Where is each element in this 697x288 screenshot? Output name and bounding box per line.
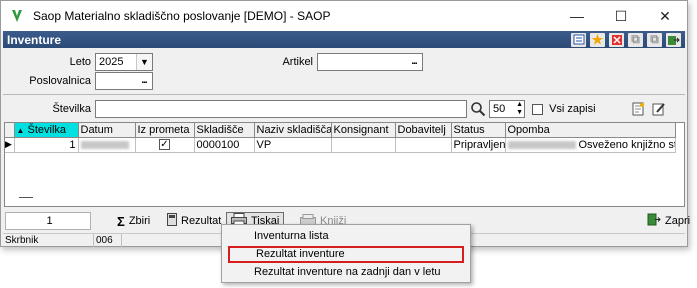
row-pointer-icon: ▶ bbox=[5, 137, 15, 153]
minimize-button[interactable]: — bbox=[555, 1, 599, 31]
favorite-star-icon[interactable]: ★ bbox=[590, 32, 605, 47]
column-header-dobavitelj[interactable]: Dobavitelj bbox=[395, 123, 452, 138]
menu-item-inventurna-lista[interactable]: Inventurna lista bbox=[228, 228, 464, 245]
zbiri-button[interactable]: Σ Zbiri bbox=[113, 212, 154, 230]
iz-prometa-checkbox[interactable]: ✓ bbox=[159, 139, 170, 151]
poslovalnica-label: Poslovalnica bbox=[29, 75, 91, 87]
column-header-opomba[interactable]: Opomba bbox=[505, 123, 676, 138]
cell-iz-prometa[interactable]: ✓ bbox=[135, 137, 195, 153]
column-header-datum[interactable]: Datum bbox=[78, 123, 136, 138]
new-document-icon[interactable] bbox=[631, 102, 645, 119]
vsi-zapisi-checkbox[interactable]: Vsi zapisi bbox=[532, 103, 596, 115]
exit-icon[interactable] bbox=[666, 32, 681, 47]
cell-naziv[interactable]: VP bbox=[254, 137, 332, 153]
vsi-zapisi-checkbox-box[interactable] bbox=[532, 103, 543, 115]
copy-icon[interactable]: ⧉ bbox=[628, 32, 643, 47]
sum-icon: Σ bbox=[117, 213, 125, 229]
rezultat-button[interactable]: Rezultat bbox=[163, 212, 225, 230]
app-logo-icon bbox=[9, 8, 25, 24]
leto-select[interactable]: 2025 ▼ bbox=[95, 53, 153, 71]
list-view-icon[interactable] bbox=[571, 32, 586, 47]
divider bbox=[3, 94, 685, 95]
cell-opomba[interactable]: Osveženo knjižno stanje bbox=[505, 137, 676, 153]
stevilka-search-input[interactable] bbox=[95, 100, 467, 118]
cell-skladisce[interactable]: 0000100 bbox=[194, 137, 255, 153]
app-window: Saop Materialno skladiščno poslovanje [D… bbox=[0, 0, 690, 247]
poslovalnica-field[interactable]: ... bbox=[95, 72, 153, 90]
column-header-stevilka[interactable]: ▲ Številka bbox=[14, 123, 79, 138]
record-count: 1 bbox=[5, 212, 91, 230]
maximize-button[interactable]: ☐ bbox=[599, 1, 643, 31]
cell-dobavitelj[interactable] bbox=[395, 137, 452, 153]
menu-item-rezultat-inventure-zadnji-dan[interactable]: Rezultat inventure na zadnji dan v letu bbox=[228, 264, 464, 281]
status-user: Skrbnik bbox=[3, 234, 94, 247]
paste-icon[interactable]: ⧉ bbox=[647, 32, 662, 47]
inventure-grid[interactable]: ▲ Številka Datum Iz prometa Skladišče Na… bbox=[4, 122, 685, 207]
scroll-marker bbox=[19, 197, 33, 198]
exit-door-icon bbox=[647, 213, 661, 229]
table-row[interactable]: ▶ 1 ✓ 0000100 VP Pripravljen Osveženo kn… bbox=[5, 137, 676, 153]
title-bar[interactable]: Saop Materialno skladiščno poslovanje [D… bbox=[1, 1, 687, 31]
vsi-zapisi-label: Vsi zapisi bbox=[549, 103, 596, 115]
zapri-button[interactable]: Zapri bbox=[643, 212, 694, 230]
page-title: Inventure bbox=[7, 32, 62, 47]
print-dropdown-menu: Inventurna lista Rezultat inventure Rezu… bbox=[221, 224, 471, 283]
column-header-naziv-skladisca[interactable]: Naziv skladišča bbox=[254, 123, 332, 138]
cell-konsignant[interactable] bbox=[331, 137, 396, 153]
grid-header-row: ▲ Številka Datum Iz prometa Skladišče Na… bbox=[5, 123, 676, 138]
poslovalnica-browse-button[interactable]: ... bbox=[136, 73, 152, 89]
artikel-browse-button[interactable]: ... bbox=[406, 54, 422, 70]
search-icon[interactable] bbox=[470, 101, 486, 117]
artikel-label: Artikel bbox=[282, 56, 313, 68]
artikel-field[interactable]: ... bbox=[317, 53, 423, 71]
column-header-iz-prometa[interactable]: Iz prometa bbox=[135, 123, 195, 138]
row-indicator-header bbox=[5, 123, 15, 138]
close-button[interactable]: ✕ bbox=[643, 1, 687, 31]
cell-datum-redacted[interactable] bbox=[78, 137, 136, 153]
window-title: Saop Materialno skladiščno poslovanje [D… bbox=[33, 9, 331, 23]
column-header-skladisce[interactable]: Skladišče bbox=[194, 123, 255, 138]
edit-document-icon[interactable] bbox=[652, 102, 666, 119]
stepper-arrows-icon[interactable]: ▲ ▼ bbox=[516, 101, 523, 117]
cell-status[interactable]: Pripravljen bbox=[451, 137, 506, 153]
delete-icon[interactable] bbox=[609, 32, 624, 47]
column-header-status[interactable]: Status bbox=[451, 123, 506, 138]
column-header-konsignant[interactable]: Konsignant bbox=[331, 123, 396, 138]
status-code: 006 bbox=[94, 234, 122, 247]
sort-asc-icon: ▲ bbox=[16, 125, 25, 135]
record-limit-stepper[interactable]: 50 ▲ ▼ bbox=[489, 100, 525, 118]
calculator-icon bbox=[167, 213, 177, 229]
stevilka-label: Številka bbox=[52, 103, 91, 115]
module-header: Inventure ★ ⧉ ⧉ bbox=[3, 31, 685, 48]
cell-stevilka[interactable]: 1 bbox=[14, 137, 79, 153]
leto-label: Leto bbox=[69, 56, 91, 68]
chevron-down-icon[interactable]: ▼ bbox=[136, 54, 152, 70]
leto-value: 2025 bbox=[99, 56, 124, 68]
menu-item-rezultat-inventure[interactable]: Rezultat inventure bbox=[228, 246, 464, 263]
